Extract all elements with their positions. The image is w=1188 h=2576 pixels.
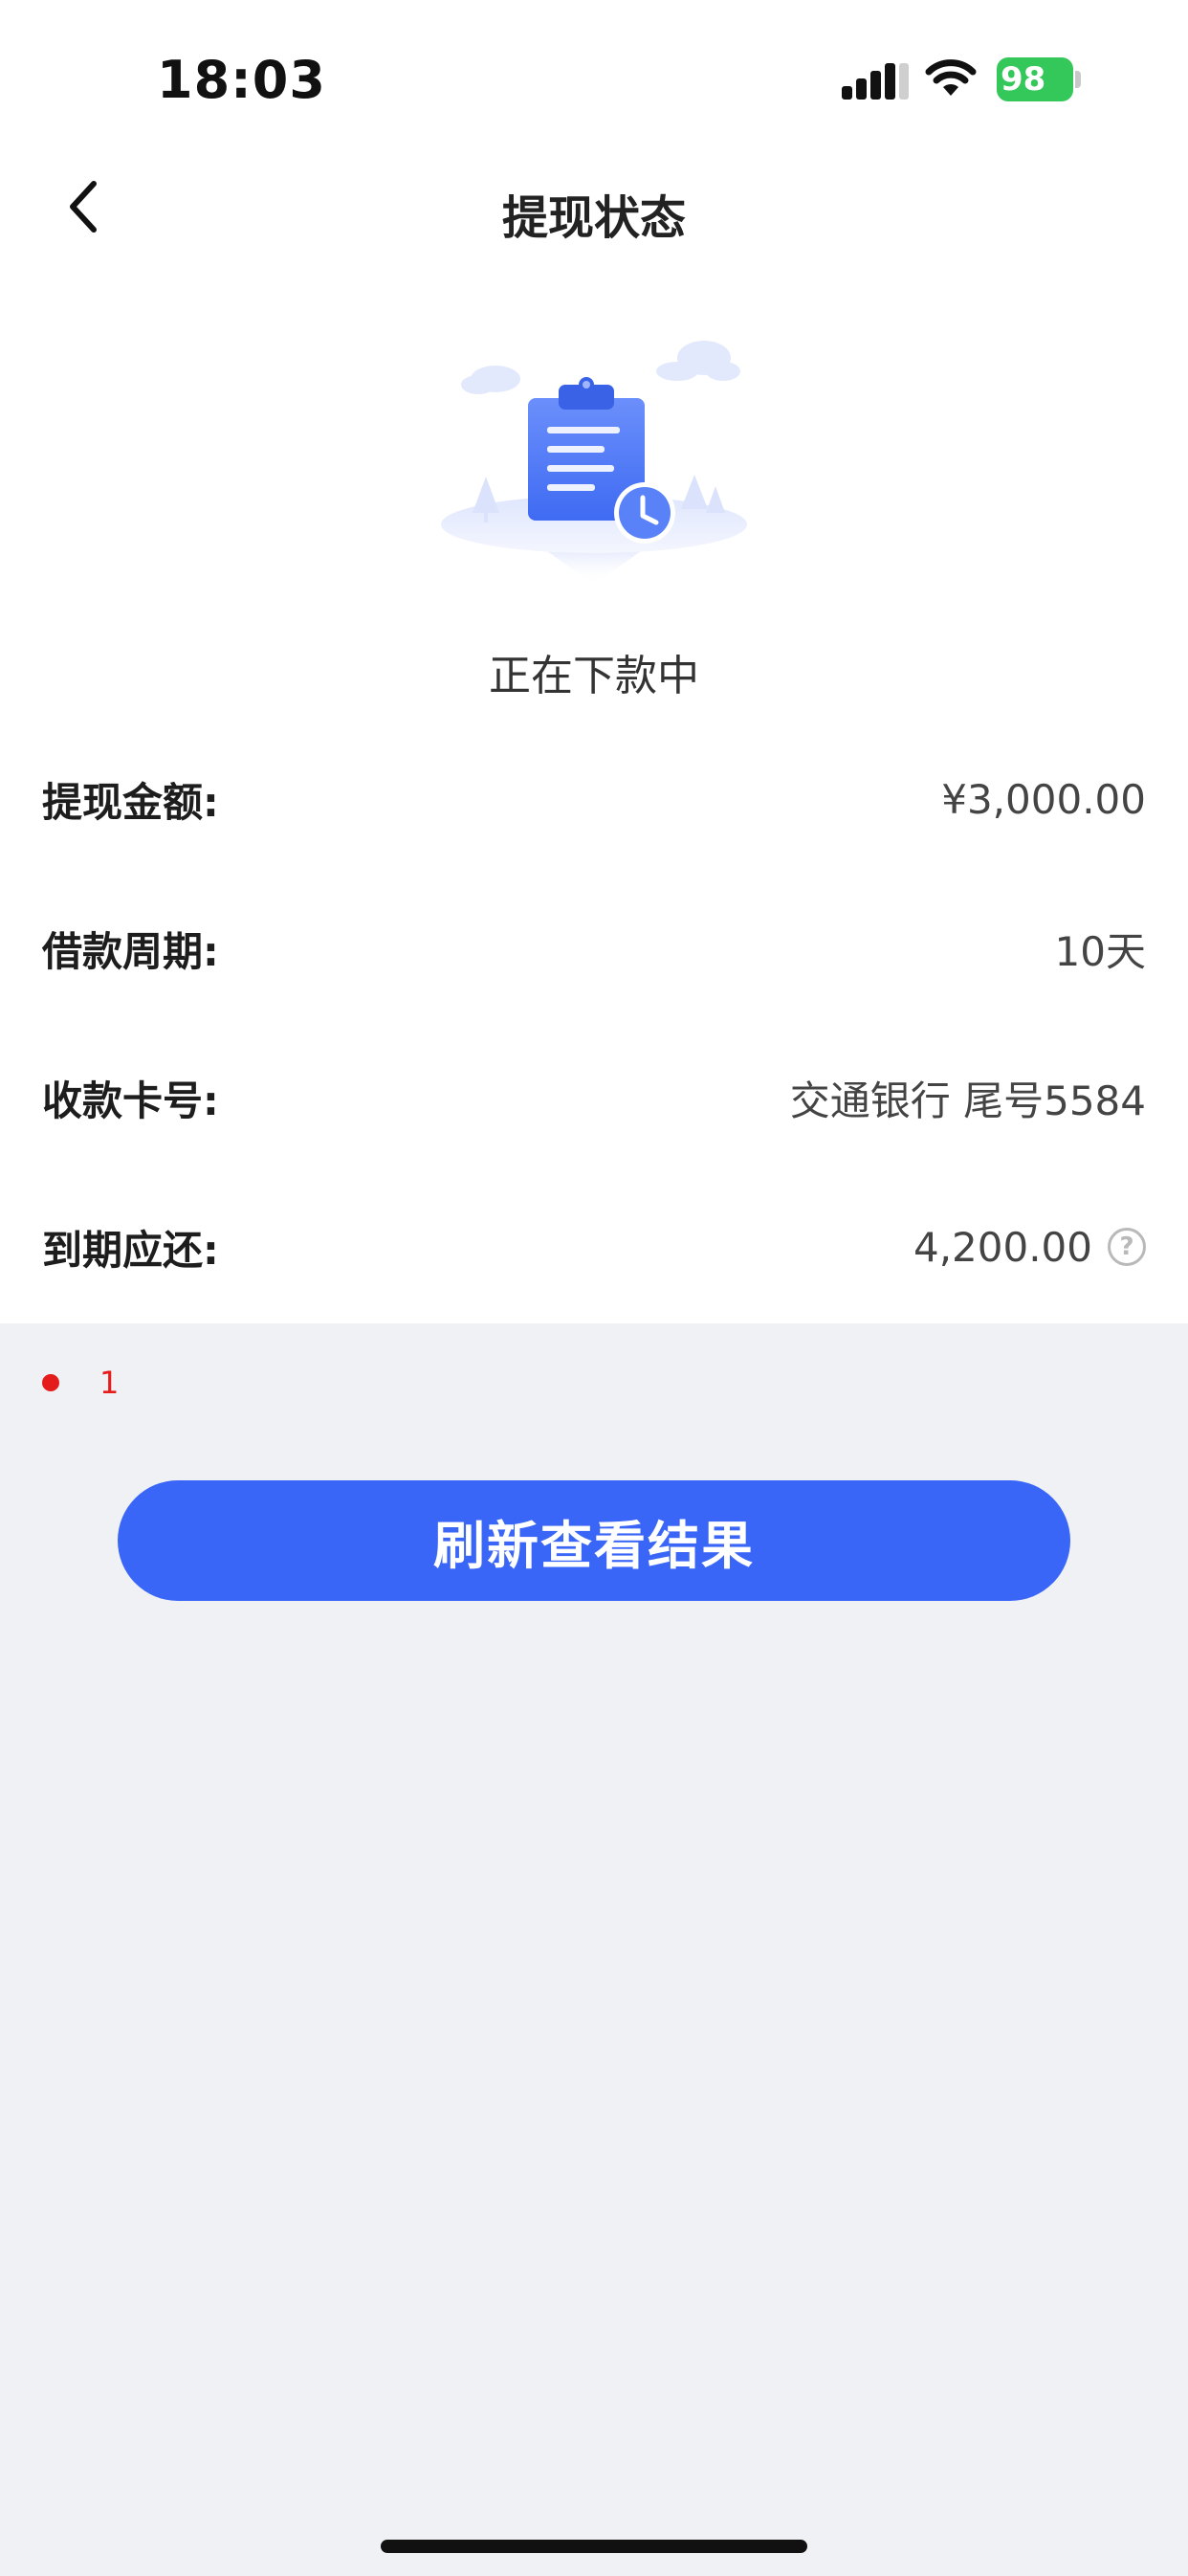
battery-indicator: 98	[997, 57, 1081, 101]
nav-bar: 提现状态	[0, 144, 1188, 274]
detail-label: 到期应还:	[42, 1226, 219, 1274]
detail-label: 借款周期:	[42, 927, 219, 975]
detail-row-due: 到期应还: 4,200.00 ?	[42, 1204, 1146, 1290]
status-bar: 18:03 98	[0, 0, 1188, 144]
detail-row-card: 收款卡号: 交通银行 尾号5584	[42, 1055, 1146, 1141]
help-icon[interactable]: ?	[1108, 1228, 1146, 1266]
page-title: 提现状态	[501, 191, 686, 245]
detail-row-amount: 提现金额: ¥3,000.00	[42, 756, 1146, 842]
detail-row-period: 借款周期: 10天	[42, 905, 1146, 991]
detail-value-wrap: 4,200.00 ?	[913, 1224, 1146, 1271]
detail-value: 4,200.00	[913, 1223, 1092, 1271]
clipboard-clock-illustration	[441, 341, 747, 585]
marker: 1	[42, 1365, 119, 1401]
refresh-button[interactable]: 刷新查看结果	[118, 1480, 1070, 1601]
detail-label: 收款卡号:	[42, 1077, 219, 1124]
battery-level: 98	[1001, 60, 1046, 99]
detail-value: 10天	[1054, 927, 1146, 975]
status-time: 18:03	[157, 50, 326, 110]
home-indicator	[381, 2540, 807, 2553]
withdrawal-status-page: 18:03 98 提现状态 正在下款中 提现金额: ¥3,000.00 借款周期…	[0, 0, 1188, 2576]
detail-value: 交通银行 尾号5584	[789, 1077, 1146, 1124]
detail-label: 提现金额:	[42, 778, 219, 826]
red-dot-icon	[42, 1374, 59, 1391]
cellular-signal-icon	[842, 63, 909, 100]
wifi-icon	[925, 59, 977, 96]
status-card: 正在下款中 提现金额: ¥3,000.00 借款周期: 10天 收款卡号: 交通…	[0, 274, 1188, 1323]
status-text: 正在下款中	[489, 652, 699, 700]
marker-text: 1	[99, 1365, 120, 1401]
detail-value: ¥3,000.00	[941, 775, 1146, 823]
